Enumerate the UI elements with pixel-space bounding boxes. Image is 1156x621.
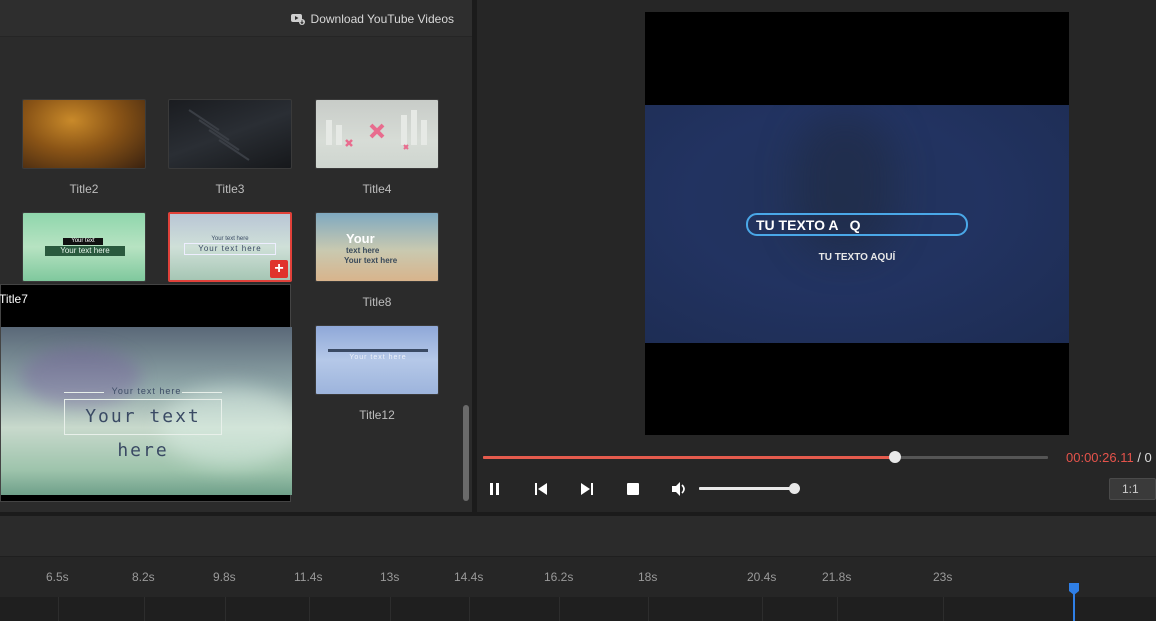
video-preview[interactable]: TU TEXTO A Q TU TEXTO AQUÍ: [645, 12, 1069, 435]
preview-small-text: Your text here: [111, 386, 182, 396]
title-thumbnail[interactable]: [315, 99, 439, 169]
playback-scrubber-handle[interactable]: [889, 451, 902, 463]
preview-blur: [21, 347, 141, 407]
title-thumbnail-label: Title8: [362, 295, 392, 309]
preview-image: Your text here Your text here: [1, 327, 292, 495]
overlay-subtitle-text: TU TEXTO AQUÍ: [818, 252, 896, 263]
download-youtube-button[interactable]: Download YouTube Videos: [290, 11, 454, 27]
thumbnail-mid-text: text here: [346, 246, 380, 255]
pause-icon: [490, 483, 499, 495]
title-thumbnail-selected[interactable]: Your text here Your text here +: [168, 212, 292, 282]
volume-slider[interactable]: [699, 483, 800, 494]
stop-button[interactable]: [624, 480, 642, 498]
previous-frame-icon: [535, 483, 547, 495]
ruler-tick-label: 21.8s: [822, 570, 852, 584]
stop-icon: [627, 483, 639, 495]
volume-button[interactable]: [670, 480, 688, 498]
preview-big-text: Your text here: [64, 399, 222, 461]
thumbnail-small-text: Your text: [63, 238, 103, 245]
ruler-tick-label: 9.8s: [213, 570, 236, 584]
title-thumbnail-label: Title12: [359, 408, 395, 422]
title-thumbnail[interactable]: [168, 99, 292, 169]
previous-frame-button[interactable]: [532, 480, 550, 498]
title-thumbnail-label: Title3: [215, 182, 245, 196]
volume-slider-fill: [699, 487, 794, 490]
time-readout: 00:00:26.11 / 0: [1066, 450, 1152, 465]
title-hover-preview: Title7 Your text here Your text here: [0, 284, 292, 502]
thumbnail-big-text: Your text here: [349, 354, 407, 361]
title-thumbnail[interactable]: Your text here: [315, 325, 439, 395]
time-separator: / 0: [1133, 450, 1152, 465]
title-thumbnail[interactable]: Your text Your text here: [22, 212, 146, 282]
video-editor-window: Download YouTube Videos Title2 Title3 Ti…: [0, 0, 1156, 621]
playhead-line: [1073, 594, 1075, 621]
thumbnail-stairs-graphic: [188, 109, 250, 161]
thumbnail-small-text: Your text here: [211, 236, 249, 242]
ruler-tick-label: 20.4s: [747, 570, 777, 584]
thumbnail-sub-text: Your text here: [344, 256, 398, 265]
title-thumbnail-label: Title4: [362, 182, 392, 196]
thumbnail-big-text: Your text here: [45, 246, 125, 256]
thumbnail-bar: [328, 349, 428, 352]
next-frame-icon: [581, 483, 593, 495]
download-youtube-label: Download YouTube Videos: [310, 12, 454, 26]
thumbnail-big-text: Your text here: [184, 243, 276, 255]
preview-title: Title7: [0, 292, 28, 306]
playback-progress-fill: [483, 456, 896, 459]
volume-icon: [672, 482, 685, 496]
youtube-download-icon: [290, 13, 305, 25]
preview-player-panel: TU TEXTO A Q TU TEXTO AQUÍ 00:00:26.11 /…: [477, 0, 1156, 512]
title-thumbnail[interactable]: [22, 99, 146, 169]
title-thumbnail[interactable]: Your text here Your text here: [315, 212, 439, 282]
title-thumbnail-label: Title2: [69, 182, 99, 196]
current-time: 00:00:26.11: [1066, 450, 1134, 465]
pause-button[interactable]: [486, 480, 504, 498]
overlay-title-box[interactable]: TU TEXTO A Q: [746, 213, 968, 236]
overlay-title-text: TU TEXTO A Q: [756, 217, 861, 233]
timeline-track[interactable]: [0, 597, 1156, 621]
ruler-tick-label: 6.5s: [46, 570, 69, 584]
playback-progress-bar[interactable]: [483, 451, 1048, 463]
ruler-tick-label: 13s: [380, 570, 400, 584]
add-to-timeline-button[interactable]: +: [270, 260, 288, 278]
volume-slider-handle[interactable]: [789, 483, 800, 494]
ruler-tick-label: 14.4s: [454, 570, 484, 584]
video-frame: TU TEXTO A Q TU TEXTO AQUÍ: [645, 105, 1069, 343]
library-toolbar: Download YouTube Videos: [0, 0, 472, 37]
ruler-tick-label: 16.2s: [544, 570, 574, 584]
thumbnail-big-text: Your: [346, 231, 375, 246]
timeline-ruler[interactable]: 6.5s 8.2s 9.8s 11.4s 13s 14.4s 16.2s 18s…: [0, 557, 1156, 597]
title-library-panel: Download YouTube Videos Title2 Title3 Ti…: [0, 0, 472, 512]
thumbnail-cross-graphic: [326, 110, 427, 150]
next-frame-button[interactable]: [578, 480, 596, 498]
aspect-ratio-button[interactable]: 1:1: [1109, 478, 1156, 500]
ruler-tick-label: 11.4s: [294, 570, 323, 584]
library-scrollbar[interactable]: [463, 405, 469, 501]
ruler-tick-label: 18s: [638, 570, 658, 584]
ruler-tick-label: 23s: [933, 570, 953, 584]
ruler-tick-label: 8.2s: [132, 570, 155, 584]
timeline-toolbar: [0, 516, 1156, 557]
